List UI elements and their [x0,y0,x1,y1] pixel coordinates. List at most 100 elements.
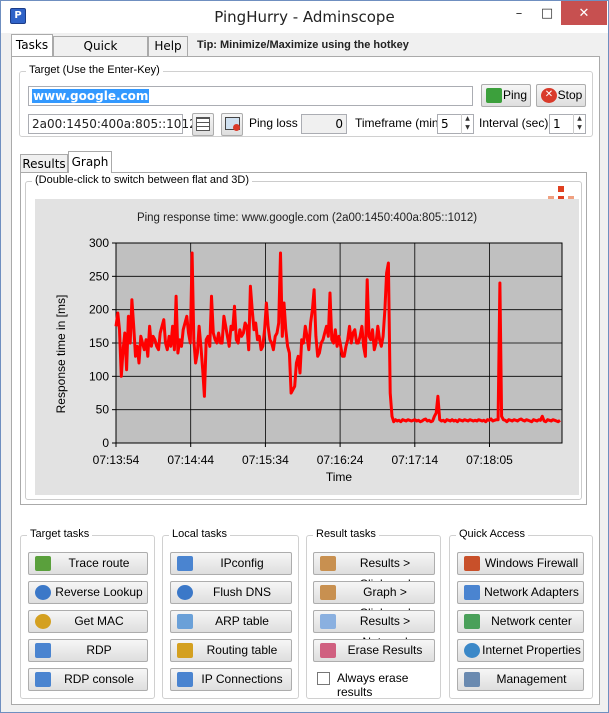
y-tick-label: 50 [96,403,110,417]
get-mac-button[interactable]: Get MAC [28,610,148,633]
table-icon [177,614,193,629]
timeframe-label: Timeframe (min) [355,116,443,130]
stop-button-label: Stop [557,88,583,102]
maximize-button[interactable]: □ [533,1,561,25]
x-tick-label: 07:18:05 [466,453,513,467]
rdp-console-button[interactable]: RDP console [28,668,148,691]
y-tick-label: 300 [89,236,109,250]
management-icon [464,672,480,687]
firewall-icon [464,556,480,571]
x-tick-label: 07:15:34 [242,453,289,467]
y-tick-label: 150 [89,336,109,350]
host-value: www.google.com [32,89,150,103]
trace-route-button[interactable]: Trace route [28,552,148,575]
trace-route-label: Trace route [68,556,130,570]
arp-table-button[interactable]: ARP table [170,610,292,633]
routing-table-button[interactable]: Routing table [170,639,292,662]
minimize-button[interactable]: – [505,1,533,25]
management-button[interactable]: Management [457,668,584,691]
screen-button[interactable] [221,113,243,136]
routing-table-label: Routing table [206,643,278,657]
network-adapter-icon [464,585,480,600]
graph-clipboard-button[interactable]: Graph > Clipboard [313,581,435,620]
local-tasks-group: Local tasks IPconfig Flush DNS ARP table… [162,528,299,699]
mac-icon [35,614,51,629]
stop-icon: ✕ [541,88,557,103]
network-center-label: Network center [491,614,572,628]
chart-title: Ping response time: www.google.com (2a00… [137,212,477,224]
tab-help[interactable]: Help [148,36,188,56]
x-axis-label: Time [326,470,353,484]
erase-results-button[interactable]: Erase Results [313,639,435,662]
close-button[interactable]: ✕ [561,1,607,25]
erase-results-label: Erase Results [347,643,423,657]
timeframe-input[interactable]: 5 ▲ ▼ [437,114,474,134]
monitor-icon [35,672,51,687]
timeframe-spinner[interactable]: ▲ ▼ [461,114,473,134]
ping-chart: Ping response time: www.google.com (2a00… [54,212,563,484]
ping-button[interactable]: Ping [481,84,531,107]
grid-view-button[interactable] [192,113,214,136]
tab-tasks[interactable]: Tasks [11,34,53,56]
target-group: Target (Use the Enter-Key) www.google.co… [19,64,593,137]
chart-area[interactable]: Ping response time: www.google.com (2a00… [35,199,579,495]
ipconfig-label: IPconfig [220,556,264,570]
interval-spinner[interactable]: ▲ ▼ [573,114,585,134]
ping-loss-label: Ping loss [249,116,298,130]
eraser-icon [320,643,336,658]
windows-firewall-label: Windows Firewall [484,556,579,570]
target-group-label: Target (Use the Enter-Key) [26,64,163,76]
result-tasks-label: Result tasks [313,528,379,540]
rdp-console-label: RDP console [64,672,134,686]
dns-icon [35,585,51,600]
ipconfig-button[interactable]: IPconfig [170,552,292,575]
result-tasks-group: Result tasks Results > Clipboard Graph >… [306,528,441,699]
trace-route-icon [35,556,51,571]
y-tick-label: 200 [89,303,109,317]
results-clipboard-button[interactable]: Results > Clipboard [313,552,435,591]
interval-label: Interval (sec) [479,116,549,130]
quick-access-label: Quick Access [456,528,529,540]
network-center-button[interactable]: Network center [457,610,584,633]
network-icon [177,556,193,571]
arp-table-label: ARP table [215,614,269,628]
interval-input[interactable]: 1 ▲ ▼ [549,114,586,134]
network-center-icon [464,614,480,629]
connections-icon [177,672,193,687]
tasks-panel: Target (Use the Enter-Key) www.google.co… [11,56,600,705]
clipboard-icon [320,556,336,571]
flush-dns-button[interactable]: Flush DNS [170,581,292,604]
results-notepad-button[interactable]: Results > Notepad [313,610,435,649]
tab-quick-commands[interactable]: Quick commands [53,36,148,72]
ping-icon [486,88,502,103]
notepad-icon [320,614,336,629]
timeframe-value: 5 [441,117,449,131]
host-input[interactable]: www.google.com [28,86,473,106]
reverse-lookup-label: Reverse Lookup [55,585,143,599]
tab-results[interactable]: Results [20,154,68,174]
ip-field[interactable]: 2a00:1450:400a:805::1012 [28,114,197,134]
network-adapters-button[interactable]: Network Adapters [457,581,584,604]
ip-connections-label: IP Connections [201,672,283,686]
rdp-button[interactable]: RDP [28,639,148,662]
internet-properties-label: Internet Properties [482,643,581,657]
interval-value: 1 [553,117,561,131]
table-icon [196,117,210,131]
always-erase-checkbox[interactable] [317,672,330,685]
graph-hint: (Double-click to switch between flat and… [32,174,252,186]
windows-firewall-button[interactable]: Windows Firewall [457,552,584,575]
stop-button[interactable]: ✕ Stop [536,84,586,107]
ip-connections-button[interactable]: IP Connections [170,668,292,691]
main-window: P PingHurry - Adminscope – □ ✕ Tasks Qui… [0,0,609,713]
x-tick-label: 07:13:54 [93,453,140,467]
internet-properties-button[interactable]: Internet Properties [457,639,584,662]
clipboard-icon [320,585,336,600]
tab-graph[interactable]: Graph [68,151,112,173]
management-label: Management [496,672,567,686]
x-tick-label: 07:17:14 [391,453,438,467]
flush-dns-label: Flush DNS [212,585,271,599]
globe-icon [464,643,480,658]
reverse-lookup-button[interactable]: Reverse Lookup [28,581,148,604]
hotkey-tip: Tip: Minimize/Maximize using the hotkey [197,39,409,51]
graph-panel: (Double-click to switch between flat and… [20,172,587,505]
